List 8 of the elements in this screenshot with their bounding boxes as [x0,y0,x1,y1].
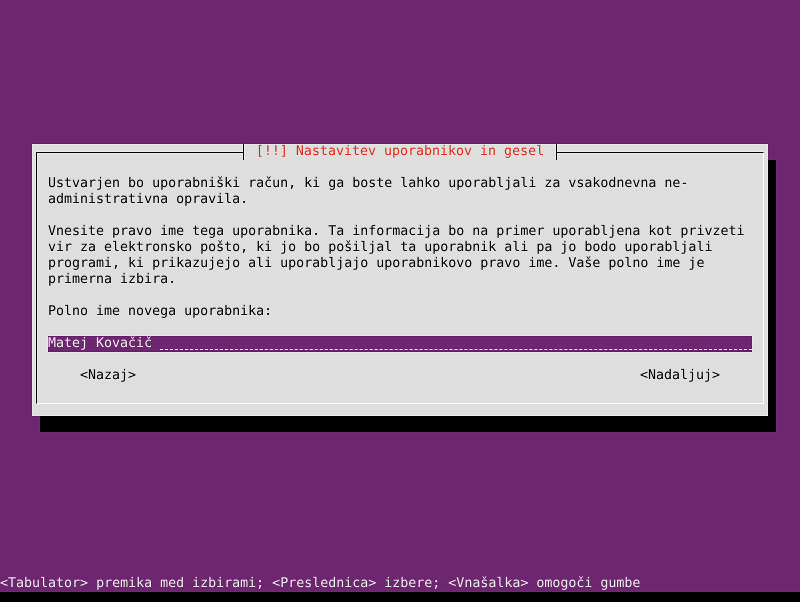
dialog-title: [!!] Nastavitev uporabnikov in gesel [242,144,558,160]
back-button[interactable]: <Nazaj> [80,368,136,384]
continue-button[interactable]: <Nadaljuj> [640,368,720,384]
paragraph-text: Vnesite pravo ime tega uporabnika. Ta informacija bo na primer uporabljena kot privzeti vir za elektronsko pošto, ki jo bo pošiljal ta uporabnik ali pa jo bodo uporabljali programi, ki prikazujejo ali uporabljajo uporabnikovo pravo ime. Vaše polno ime je primerna izbira. [48,224,746,288]
name-field[interactable]: Matej Kovačič [48,336,752,352]
field-label: Polno ime novega uporabnika: [48,304,274,320]
status-bar-text: <Tabulator> premika med izbirami; <Preslednica> izbere; <Vnašalka> omogoči gumbe [0,576,640,591]
paragraph-text: Ustvarjen bo uporabniški račun, ki ga boste lahko uporabljali za vsakodnevna ne-administrativna opravila. [48,176,690,208]
